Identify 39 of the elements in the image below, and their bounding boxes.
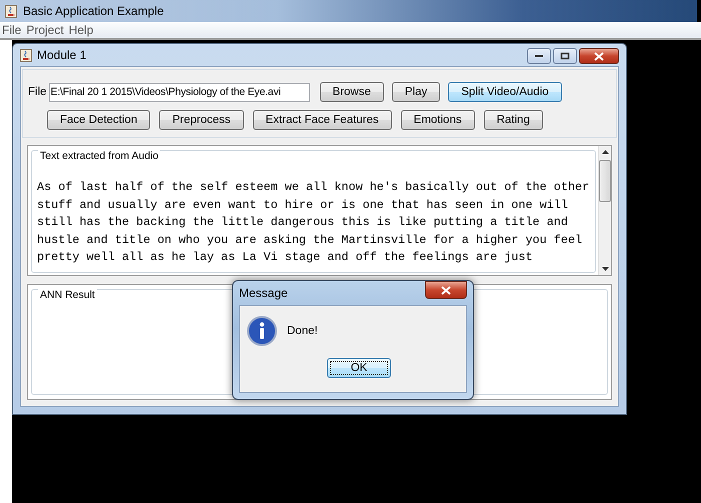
action-button[interactable]: Face Detection <box>47 110 150 130</box>
menu-item[interactable]: File <box>2 23 22 37</box>
text-line: As of last half of the self esteem we all know he's basically out of the other <box>37 179 590 196</box>
scrollbar[interactable] <box>598 146 611 275</box>
dialog-title: Message <box>239 286 288 300</box>
module-title: Module 1 <box>37 48 88 62</box>
action-button[interactable]: Browse <box>320 82 384 102</box>
close-button[interactable] <box>425 281 467 299</box>
action-button[interactable]: Emotions <box>400 110 475 130</box>
action-button[interactable]: Preprocess <box>159 110 244 130</box>
dialog-message: Done! <box>287 325 318 337</box>
close-icon <box>594 52 604 60</box>
action-button[interactable]: Play <box>392 82 440 102</box>
text-line: stuff and usually are even want to hire or is one that has seen in one will <box>37 196 568 214</box>
window-title: Basic Application Example <box>23 4 164 18</box>
scroll-up-icon[interactable] <box>602 150 608 154</box>
menu-item[interactable]: Help <box>68 23 94 37</box>
file-path-field[interactable]: E:\Final 20 1 2015\Videos\Physiology of the Eye.avi <box>48 82 310 102</box>
panel-title: Text extracted from Audio <box>38 150 160 162</box>
minimize-button[interactable] <box>527 48 551 64</box>
text-line: still has the backing the little dangerous this is like putting a title and <box>37 214 568 231</box>
file-label: File <box>28 86 47 98</box>
maximize-button[interactable] <box>553 48 577 64</box>
text-line: hustle and title on who you are asking the Martinsville for a higher you feel <box>37 232 582 248</box>
ok-button[interactable]: OK <box>327 358 391 378</box>
app-icon <box>5 4 17 18</box>
action-button[interactable]: Rating <box>484 110 543 130</box>
scroll-down-icon[interactable] <box>602 267 608 271</box>
close-button[interactable] <box>579 48 619 64</box>
info-icon <box>247 316 277 346</box>
minimize-icon <box>534 54 544 58</box>
action-button[interactable]: Extract Face Features <box>252 110 392 130</box>
text-line: pretty well all as he lay as La Vi stage and off the feelings are just <box>37 249 533 266</box>
maximize-icon <box>560 52 570 60</box>
action-button[interactable]: Split Video/Audio <box>448 82 562 102</box>
close-icon <box>441 286 451 294</box>
menu-item[interactable]: Project <box>26 23 64 37</box>
module-icon <box>20 48 32 62</box>
panel-title: ANN Result <box>38 289 97 301</box>
